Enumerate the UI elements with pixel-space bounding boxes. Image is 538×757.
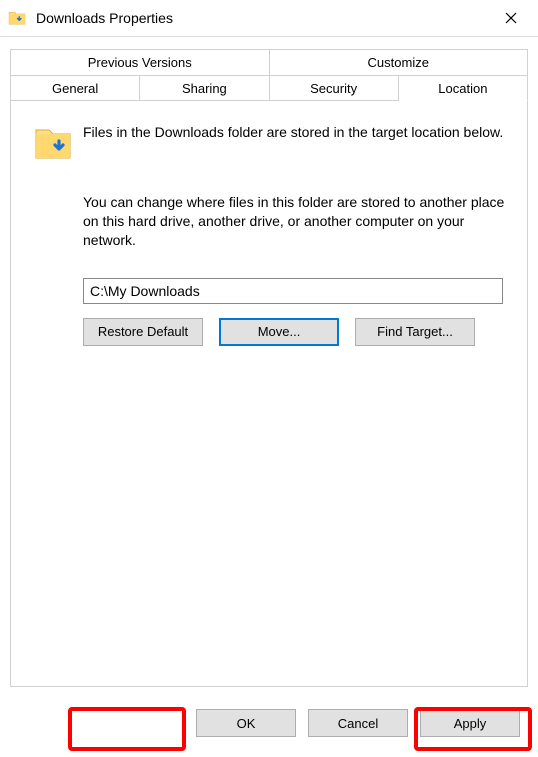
ok-button[interactable]: OK — [196, 709, 296, 737]
tab-previous-versions[interactable]: Previous Versions — [10, 49, 270, 75]
tabs-row-lower: General Sharing Security Location — [10, 75, 528, 101]
restore-default-button[interactable]: Restore Default — [83, 318, 203, 346]
close-icon — [505, 12, 517, 24]
tab-security[interactable]: Security — [270, 75, 399, 101]
downloads-folder-large-icon — [33, 123, 73, 163]
location-panel: Files in the Downloads folder are stored… — [10, 101, 528, 687]
move-button[interactable]: Move... — [219, 318, 339, 346]
tabs-row-upper: Previous Versions Customize — [10, 49, 528, 75]
close-button[interactable] — [488, 3, 534, 33]
apply-button[interactable]: Apply — [420, 709, 520, 737]
location-path-input[interactable] — [83, 278, 503, 304]
location-buttons: Restore Default Move... Find Target... — [83, 318, 505, 346]
tab-general[interactable]: General — [10, 75, 140, 101]
downloads-folder-icon — [8, 9, 26, 27]
location-info: You can change where files in this folde… — [83, 193, 505, 250]
tab-sharing[interactable]: Sharing — [140, 75, 269, 101]
titlebar: Downloads Properties — [0, 0, 538, 36]
location-description: Files in the Downloads folder are stored… — [83, 123, 503, 142]
highlight-ok — [68, 707, 186, 751]
tab-location[interactable]: Location — [399, 75, 528, 101]
find-target-button[interactable]: Find Target... — [355, 318, 475, 346]
content-area: Previous Versions Customize General Shar… — [0, 37, 538, 687]
tab-customize[interactable]: Customize — [270, 49, 529, 75]
dialog-footer: OK Cancel Apply — [190, 703, 526, 743]
window-title: Downloads Properties — [36, 10, 488, 26]
cancel-button[interactable]: Cancel — [308, 709, 408, 737]
